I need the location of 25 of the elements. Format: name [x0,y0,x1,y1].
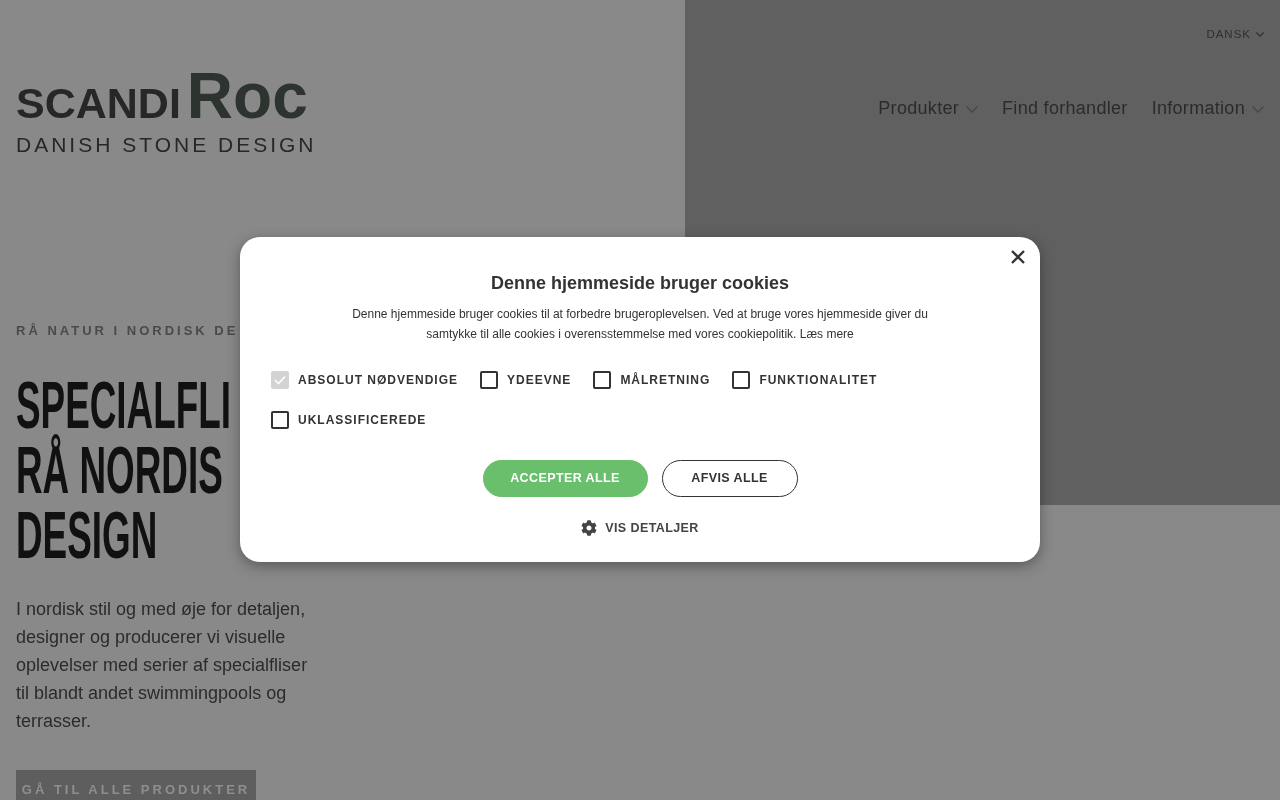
accept-all-button[interactable]: ACCEPTER ALLE [482,460,648,497]
checkbox-label: MÅLRETNING [620,371,711,389]
close-icon [1011,250,1025,264]
checkbox[interactable] [732,371,751,389]
chevron-down-icon [1256,31,1264,37]
checkbox[interactable] [593,371,612,389]
checkbox-label: FUNKTIONALITET [759,372,878,389]
reject-all-button[interactable]: AFVIS ALLE [661,460,798,497]
hero-headline: DESIGN [16,502,158,567]
check-icon [274,375,286,385]
hero-description: I nordisk stil og med øje for detaljen, designer og producerer vi visuelle oplevelser med serier af specialfliser til blandt andet swimmingpools og terrasser. [16,598,309,733]
checkbox-label: UKLASSIFICEREDE [298,412,427,429]
checkbox[interactable] [480,371,498,389]
read-more-link[interactable]: Læs mere [799,327,854,341]
logo-tagline: DANISH STONE DESIGN [16,134,317,155]
checkbox[interactable] [271,411,289,429]
settings-icon [581,520,598,536]
hero-eyebrow: RÅ NATUR I NORDISK DE [16,323,239,339]
details-link[interactable]: VIS DETALJER [581,520,699,536]
dialog-title: Denne hjemmeside bruger cookies [490,272,790,294]
dialog-description: Denne hjemmeside bruger cookies til at forbedre brugeroplevelsen. Ved at bruge vores hjemmeside giver du samtykke til alle cookies i overensstemmelse med vores cookiepolitik. Læs mere [351,306,929,343]
close-button[interactable] [1011,250,1025,264]
checkbox-label: ABSOLUT NØDVENDIGE [298,372,458,389]
checkbox-label: YDEEVNE [507,372,572,389]
logo-wordmark[interactable]: SCANDI Roc [16,64,308,128]
